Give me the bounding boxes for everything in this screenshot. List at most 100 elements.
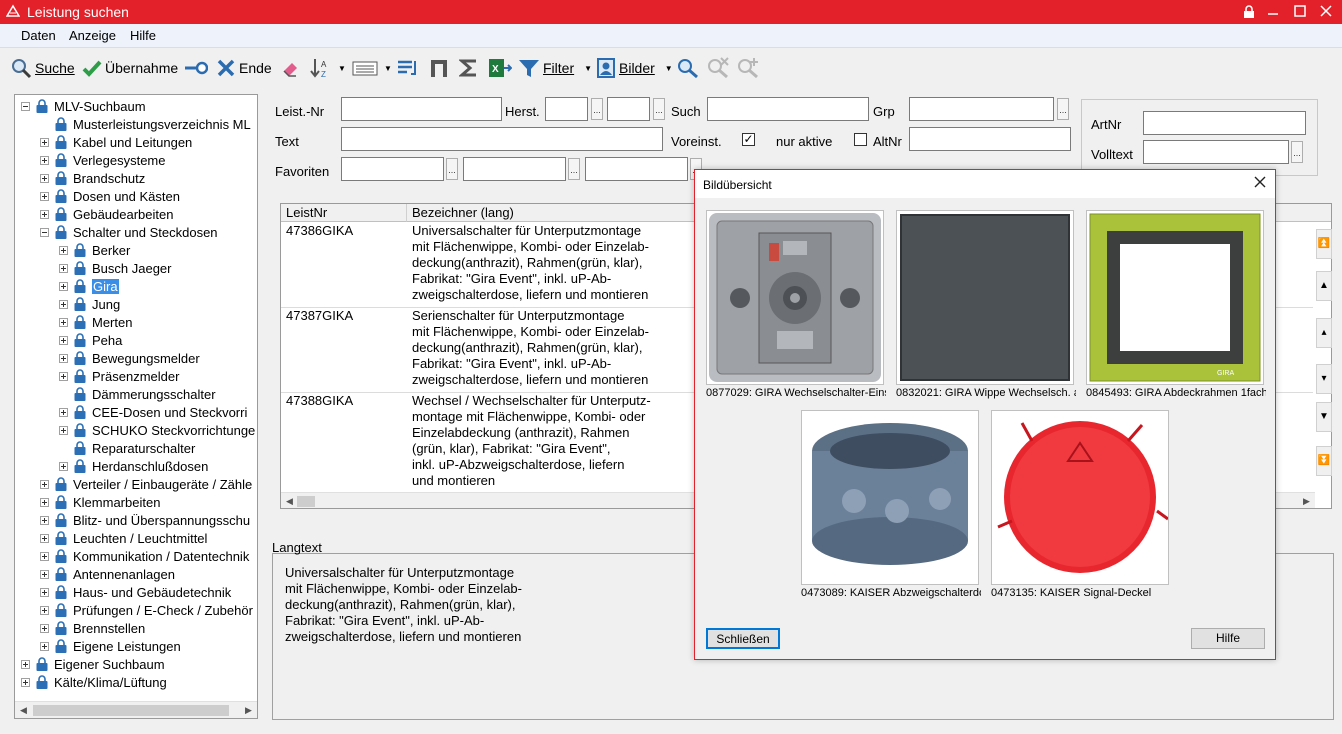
filter-dropdown-icon[interactable]: ▼ [584, 64, 592, 73]
tree-item[interactable]: Merten [59, 313, 132, 331]
expand-plus-icon[interactable] [40, 497, 49, 507]
images-dropdown-icon[interactable]: ▼ [665, 64, 673, 73]
tree-item[interactable]: Antennenanlagen [40, 565, 175, 583]
volltext-input[interactable] [1143, 140, 1289, 164]
lines-button[interactable] [397, 57, 422, 79]
favoriten-input-3[interactable] [585, 157, 688, 181]
search-clear-button[interactable] [706, 57, 733, 79]
expand-plus-icon[interactable] [40, 533, 49, 543]
expand-plus-icon[interactable] [59, 299, 68, 309]
artnr-input[interactable] [1143, 111, 1306, 135]
expand-plus-icon[interactable] [40, 551, 49, 561]
search-button[interactable]: Suche [10, 57, 75, 79]
tree-item[interactable]: Dosen und Kästen [40, 187, 180, 205]
expand-plus-icon[interactable] [59, 281, 68, 291]
image-thumbnail[interactable] [896, 210, 1074, 385]
n-button[interactable] [430, 57, 451, 79]
scroll-first-icon[interactable]: ⏫ [1316, 229, 1332, 259]
expand-plus-icon[interactable] [59, 425, 68, 435]
tree-item[interactable]: Eigener Suchbaum [21, 655, 165, 673]
tree-item[interactable]: Brennstellen [40, 619, 145, 637]
scroll-right-icon[interactable]: ▶ [1298, 493, 1315, 508]
expand-plus-icon[interactable] [40, 155, 49, 165]
expand-plus-icon[interactable] [40, 191, 49, 201]
image-thumbnail[interactable] [706, 210, 884, 385]
tree-horizontal-scrollbar[interactable]: ◀ ▶ [15, 701, 257, 718]
tree-item[interactable]: Blitz- und Überspannungsschu [40, 511, 250, 529]
image-thumbnail[interactable] [991, 410, 1169, 585]
tree-item[interactable]: Kabel und Leitungen [40, 133, 192, 151]
tree-item[interactable]: Prüfungen / E-Check / Zubehör [40, 601, 253, 619]
tree-item[interactable]: Gira [59, 277, 119, 295]
dialog-close-button[interactable]: Schließen [706, 628, 780, 649]
filter-button[interactable]: Filter ▼ [518, 57, 592, 79]
expand-plus-icon[interactable] [59, 461, 68, 471]
expand-plus-icon[interactable] [59, 317, 68, 327]
grid-scroll-thumb[interactable] [297, 496, 315, 507]
scroll-left-icon[interactable]: ◀ [281, 493, 298, 508]
tree-item[interactable]: CEE-Dosen und Steckvorri [59, 403, 247, 421]
tree-item[interactable]: Klemmarbeiten [40, 493, 160, 511]
tree-item[interactable]: Eigene Leistungen [40, 637, 181, 655]
tree-item[interactable]: Kälte/Klima/Lüftung [21, 673, 167, 691]
dialog-close-icon[interactable] [1253, 175, 1267, 192]
tree-item[interactable]: MLV-Suchbaum [21, 97, 146, 115]
favoriten-input-2[interactable] [463, 157, 566, 181]
menu-daten[interactable]: Daten [21, 28, 56, 43]
expand-plus-icon[interactable] [59, 407, 68, 417]
volltext-picker-button[interactable]: ... [1291, 141, 1303, 163]
maximize-button[interactable] [1289, 2, 1311, 22]
tree-item[interactable]: Berker [59, 241, 130, 259]
view-button[interactable]: ▼ [352, 57, 392, 79]
text-input[interactable] [341, 127, 663, 151]
image-thumbnail[interactable]: GIRA [1086, 210, 1264, 385]
grp-picker-button[interactable]: ... [1057, 98, 1069, 120]
expand-plus-icon[interactable] [40, 173, 49, 183]
scroll-right-icon[interactable]: ▶ [240, 702, 257, 719]
key-button[interactable] [184, 57, 211, 79]
search-tree-button[interactable] [676, 57, 703, 79]
tree-item[interactable]: Busch Jaeger [59, 259, 172, 277]
scroll-down-icon[interactable]: ▾ [1316, 364, 1332, 394]
herst-1-picker-button[interactable]: ... [591, 98, 603, 120]
expand-plus-icon[interactable] [40, 605, 49, 615]
collapse-minus-icon[interactable] [21, 101, 30, 111]
expand-plus-icon[interactable] [59, 353, 68, 363]
expand-plus-icon[interactable] [21, 659, 30, 669]
tree-item[interactable]: Jung [59, 295, 120, 313]
close-window-button[interactable] [1315, 2, 1337, 22]
sum-button[interactable] [459, 57, 482, 79]
expand-plus-icon[interactable] [40, 209, 49, 219]
tree-item[interactable]: Bewegungsmelder [59, 349, 200, 367]
excel-export-button[interactable]: X [488, 57, 515, 79]
scroll-last-icon[interactable]: ⏬ [1316, 446, 1332, 476]
expand-plus-icon[interactable] [40, 641, 49, 651]
dialog-help-button[interactable]: Hilfe [1191, 628, 1265, 649]
tree-item[interactable]: Haus- und Gebäudetechnik [40, 583, 231, 601]
scroll-page-down-icon[interactable]: ▼ [1316, 402, 1332, 432]
tree-item[interactable]: Kommunikation / Datentechnik [40, 547, 249, 565]
scroll-page-up-icon[interactable]: ▲ [1316, 271, 1332, 301]
images-button[interactable]: Bilder ▼ [596, 57, 673, 79]
menu-anzeige[interactable]: Anzeige [69, 28, 116, 43]
favoriten-1-picker-button[interactable]: ... [446, 158, 458, 180]
search-add-button[interactable] [736, 57, 763, 79]
tree-item[interactable]: SCHUKO Steckvorrichtunge [59, 421, 255, 439]
view-dropdown-icon[interactable]: ▼ [384, 64, 392, 73]
tree-item[interactable]: Verteiler / Einbaugeräte / Zähle [40, 475, 252, 493]
menu-hilfe[interactable]: Hilfe [130, 28, 156, 43]
end-button[interactable]: Ende [216, 57, 272, 79]
favoriten-input-1[interactable] [341, 157, 444, 181]
nur-aktive-checkbox[interactable] [854, 133, 867, 146]
altnr-input[interactable] [909, 127, 1071, 151]
herst-input-2[interactable] [607, 97, 650, 121]
expand-plus-icon[interactable] [59, 263, 68, 273]
expand-plus-icon[interactable] [40, 137, 49, 147]
tree-item[interactable]: Dämmerungsschalter [59, 385, 216, 403]
minimize-button[interactable] [1262, 2, 1284, 22]
tree-item[interactable]: Brandschutz [40, 169, 145, 187]
expand-plus-icon[interactable] [40, 587, 49, 597]
tree-item[interactable]: Peha [59, 331, 122, 349]
sort-button[interactable]: AZ ▼ [310, 57, 346, 79]
tree-item[interactable]: Verlegesysteme [40, 151, 166, 169]
